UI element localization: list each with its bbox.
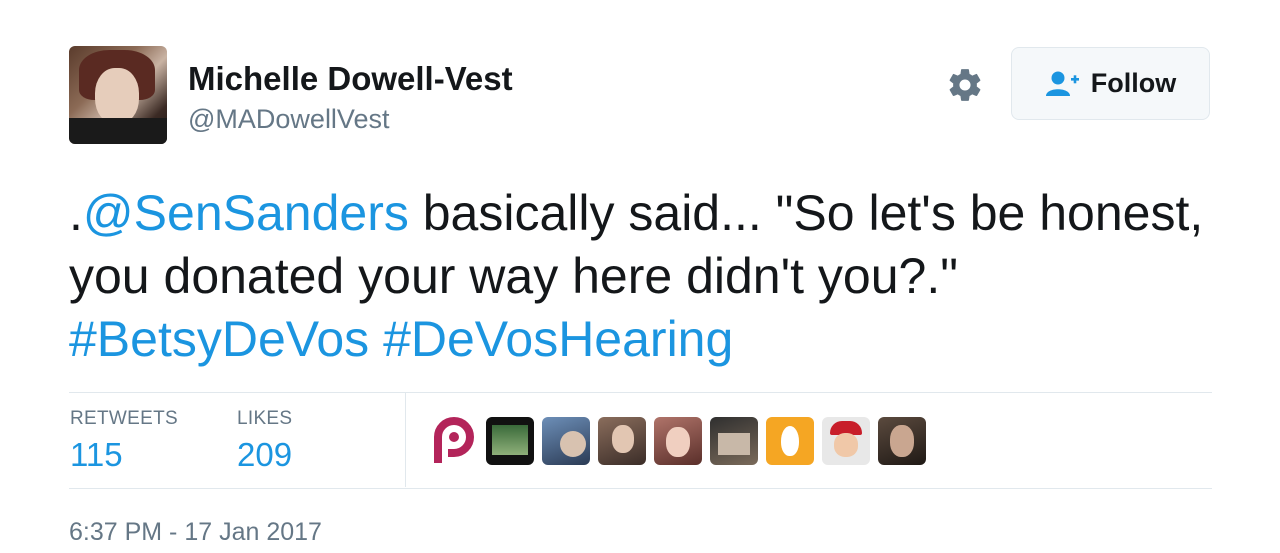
divider [69,392,1212,393]
follow-button-label: Follow [1090,68,1177,98]
egg-shape [781,426,799,456]
retweets-count[interactable]: 115 [70,436,123,474]
liker-avatar[interactable] [598,417,646,465]
liker-avatar-face [890,425,914,457]
avatar[interactable] [69,46,167,144]
liker-avatar-image [718,433,750,455]
likes-count[interactable]: 209 [237,436,292,474]
p-logo-icon[interactable] [430,417,478,465]
liker-avatar-face [560,431,586,457]
liker-avatar-face [612,425,634,453]
hashtag-link[interactable]: #BetsyDeVos [69,311,369,367]
likers-list [430,416,926,466]
liker-avatar[interactable] [654,417,702,465]
retweets-label: RETWEETS [70,408,178,429]
likes-label: LIKES [237,408,293,429]
avatar-shirt [69,118,167,144]
follow-button[interactable]: Follow [1011,47,1210,120]
tweet-timestamp[interactable]: 6:37 PM - 17 Jan 2017 [69,518,322,547]
tweet-prefix: . [69,185,83,241]
mention-link[interactable]: @SenSanders [83,185,409,241]
hashtag-link[interactable]: #DeVosHearing [383,311,733,367]
stats-divider [405,393,406,487]
liker-avatar-face [666,427,690,457]
liker-avatar[interactable] [822,417,870,465]
divider [69,488,1212,489]
tweet-text: .@SenSanders basically said... "So let's… [69,182,1219,371]
liker-avatar-image [492,425,528,455]
liker-avatar[interactable] [542,417,590,465]
egg-avatar-icon[interactable] [766,417,814,465]
user-handle[interactable]: @MADowellVest [188,104,389,135]
add-user-icon [1045,71,1079,96]
liker-avatar[interactable] [878,417,926,465]
liker-avatar[interactable] [486,417,534,465]
gear-icon[interactable] [946,66,984,104]
liker-avatar-face [834,433,858,457]
liker-avatar[interactable] [710,417,758,465]
avatar-face [95,68,139,124]
user-name[interactable]: Michelle Dowell-Vest [188,60,513,98]
